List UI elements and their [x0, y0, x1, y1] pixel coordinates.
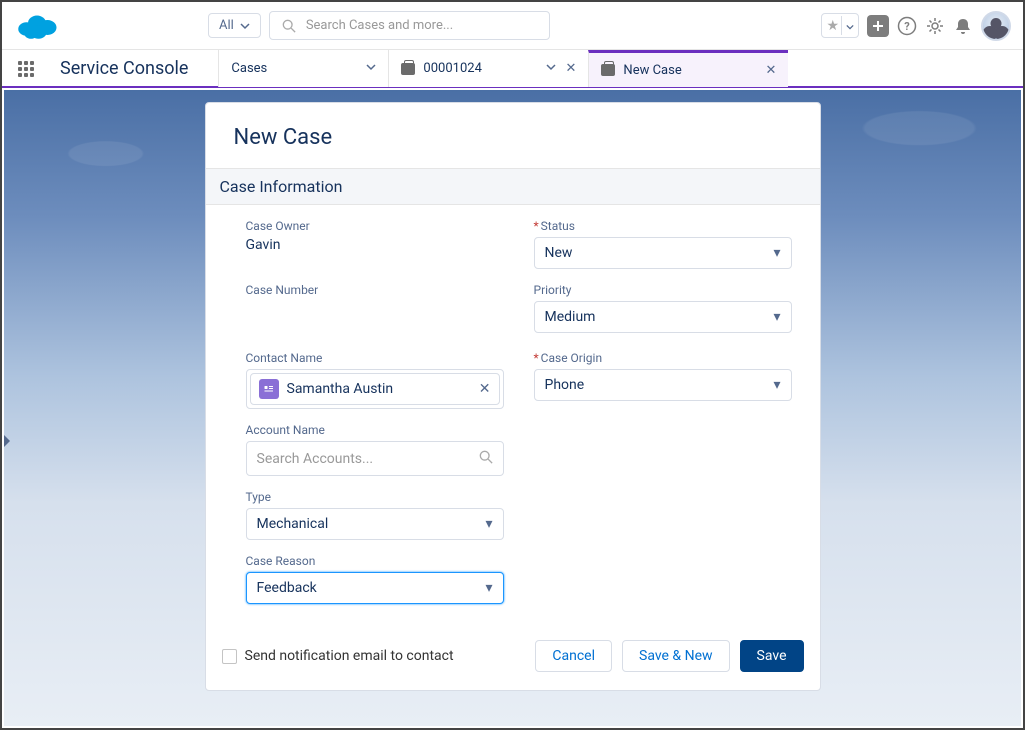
value-case-owner: Gavin: [246, 237, 504, 253]
cancel-button[interactable]: Cancel: [535, 640, 612, 672]
select-value: New: [545, 245, 573, 261]
gear-icon: [925, 16, 945, 36]
label-case-origin: *Case Origin: [534, 351, 792, 365]
save-and-new-button[interactable]: Save & New: [622, 640, 730, 672]
field-case-number: Case Number: [246, 283, 504, 337]
contact-icon: [259, 379, 279, 399]
remove-contact-button[interactable]: ✕: [479, 381, 491, 397]
label-case-reason: Case Reason: [246, 554, 504, 568]
setup-button[interactable]: [925, 16, 945, 36]
field-case-owner: Case Owner Gavin: [246, 219, 504, 269]
favorites-dropdown[interactable]: ★: [821, 13, 859, 38]
global-search[interactable]: [269, 11, 550, 40]
modal-footer: Send notification email to contact Cance…: [206, 622, 820, 672]
chevron-down-icon: [841, 16, 854, 35]
select-case-reason[interactable]: Feedback ▾: [246, 572, 504, 604]
select-value: Mechanical: [257, 516, 329, 532]
chevron-down-icon: [240, 21, 250, 31]
contact-pill[interactable]: Samantha Austin ✕: [250, 373, 500, 405]
triangle-down-icon: ▾: [773, 245, 780, 261]
label-type: Type: [246, 490, 504, 504]
search-scope-dropdown[interactable]: All: [208, 13, 261, 38]
bell-icon: [953, 16, 973, 36]
select-case-origin[interactable]: Phone ▾: [534, 369, 792, 401]
case-icon: [601, 64, 615, 76]
tab-label: Cases: [231, 61, 358, 76]
save-button[interactable]: Save: [740, 640, 804, 672]
notify-checkbox[interactable]: [222, 649, 237, 664]
workspace-background: New Case Case Information Case Owner Gav…: [4, 90, 1021, 726]
chevron-down-icon[interactable]: [366, 61, 376, 76]
triangle-down-icon: ▾: [773, 377, 780, 393]
notifications-button[interactable]: [953, 16, 973, 36]
tab-label: 00001024: [423, 61, 537, 76]
section-header: Case Information: [206, 168, 820, 205]
svg-text:?: ?: [904, 20, 910, 33]
triangle-down-icon: ▾: [485, 516, 492, 532]
notify-label: Send notification email to contact: [245, 648, 454, 664]
modal-title: New Case: [206, 103, 820, 168]
user-avatar[interactable]: [981, 11, 1011, 41]
contact-pill-label: Samantha Austin: [287, 381, 394, 397]
field-case-reason: Case Reason Feedback ▾: [246, 554, 504, 604]
notify-checkbox-wrap[interactable]: Send notification email to contact: [222, 648, 454, 664]
select-type[interactable]: Mechanical ▾: [246, 508, 504, 540]
label-status: *Status: [534, 219, 792, 233]
question-icon: ?: [897, 16, 917, 36]
field-status: *Status New ▾: [534, 219, 792, 269]
star-icon: ★: [826, 18, 839, 34]
label-account-name: Account Name: [246, 423, 504, 437]
split-view-toggle[interactable]: [4, 432, 10, 444]
help-button[interactable]: ?: [897, 16, 917, 36]
select-value: Medium: [545, 309, 596, 325]
field-type: Type Mechanical ▾: [246, 490, 504, 540]
button-row: Cancel Save & New Save: [535, 640, 803, 672]
plus-icon: [871, 19, 885, 33]
waffle-icon: [18, 61, 34, 77]
close-tab-button[interactable]: ✕: [566, 61, 577, 76]
nav-tab-new-case[interactable]: New Case ✕: [588, 50, 788, 87]
triangle-down-icon: ▾: [773, 309, 780, 325]
label-case-owner: Case Owner: [246, 219, 504, 233]
field-account-name: Account Name: [246, 423, 504, 476]
salesforce-logo[interactable]: [14, 11, 60, 41]
nav-tab-record[interactable]: 00001024 ✕: [388, 50, 588, 87]
app-navbar: Service Console Cases 00001024 ✕ New Cas…: [2, 50, 1023, 88]
app-name: Service Console: [50, 58, 198, 79]
field-contact-name: Contact Name Samantha Austin ✕: [246, 351, 504, 409]
case-icon: [401, 63, 415, 75]
close-tab-button[interactable]: ✕: [766, 63, 777, 78]
select-value: Feedback: [257, 580, 317, 596]
account-search-input[interactable]: [257, 451, 471, 467]
field-priority: Priority Medium ▾: [534, 283, 792, 337]
field-case-origin: *Case Origin Phone ▾: [534, 351, 792, 409]
global-actions-button[interactable]: [867, 15, 889, 37]
select-status[interactable]: New ▾: [534, 237, 792, 269]
chevron-down-icon[interactable]: [546, 61, 556, 76]
search-icon: [479, 449, 493, 468]
search-scope-label: All: [219, 18, 234, 33]
nav-tab-cases[interactable]: Cases: [218, 50, 388, 87]
lookup-contact-name[interactable]: Samantha Austin ✕: [246, 369, 504, 409]
select-value: Phone: [545, 377, 585, 393]
tab-label: New Case: [623, 63, 757, 78]
global-header: All ★ ?: [2, 2, 1023, 50]
label-priority: Priority: [534, 283, 792, 297]
triangle-down-icon: ▾: [485, 580, 492, 596]
label-case-number: Case Number: [246, 283, 504, 297]
label-contact-name: Contact Name: [246, 351, 504, 365]
global-search-input[interactable]: [306, 18, 537, 33]
search-icon: [282, 19, 296, 33]
select-priority[interactable]: Medium ▾: [534, 301, 792, 333]
new-case-modal: New Case Case Information Case Owner Gav…: [205, 102, 821, 691]
app-launcher-button[interactable]: [2, 61, 50, 77]
lookup-account-name[interactable]: [246, 441, 504, 476]
